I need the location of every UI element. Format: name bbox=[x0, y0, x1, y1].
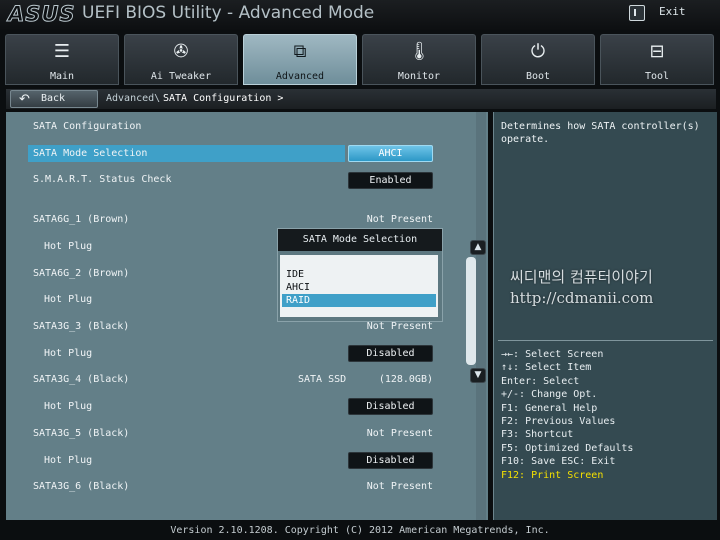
key-hint: +/-: Change Opt. bbox=[501, 389, 598, 401]
hot-plug-label: Hot Plug bbox=[44, 241, 93, 252]
key-hint: F1: General Help bbox=[501, 402, 598, 414]
popup-option-ide[interactable]: IDE bbox=[282, 268, 436, 281]
watermark-title: 씨디맨의 컴퓨터이야기 bbox=[510, 268, 653, 286]
key-hint: ↑↓: Select Item bbox=[501, 362, 592, 374]
tab-label: Main bbox=[49, 71, 75, 82]
port-status: Not Present bbox=[366, 481, 433, 492]
power-icon: ⏻ bbox=[530, 41, 546, 62]
key-hint: F2: Previous Values bbox=[501, 416, 616, 428]
help-panel: Determines how SATA controller(s) operat… bbox=[493, 112, 717, 520]
tab-advanced[interactable]: ⧉ Advanced bbox=[243, 34, 357, 85]
port-status: Not Present bbox=[366, 428, 433, 439]
tab-label: Boot bbox=[525, 71, 551, 82]
key-hint: F10: Save ESC: Exit bbox=[501, 456, 616, 468]
port-label: SATA3G_6 (Black) bbox=[33, 481, 130, 492]
key-hint-print-screen: F12: Print Screen bbox=[501, 469, 604, 481]
port-status: Not Present bbox=[366, 321, 433, 332]
toolbox-icon: ⊟ bbox=[649, 41, 665, 62]
smart-label: S.M.A.R.T. Status Check bbox=[33, 174, 172, 185]
port-device: SATA SSD bbox=[298, 374, 347, 385]
tab-monitor[interactable]: 🌡 Monitor bbox=[362, 34, 476, 85]
scroll-track[interactable] bbox=[476, 112, 486, 520]
popup-title: SATA Mode Selection bbox=[278, 229, 442, 251]
app-title: UEFI BIOS Utility - Advanced Mode bbox=[82, 3, 375, 23]
smart-value[interactable]: Enabled bbox=[348, 172, 433, 189]
hot-plug-value[interactable]: Disabled bbox=[348, 452, 433, 469]
back-button[interactable]: ↶ Back bbox=[10, 90, 98, 108]
main-tabs: ☰ Main ✇ Ai Tweaker ⧉ Advanced 🌡 Monitor… bbox=[0, 34, 720, 86]
asus-logo: ASUS bbox=[8, 2, 76, 27]
tab-label: Tool bbox=[644, 71, 670, 82]
help-divider bbox=[498, 340, 713, 341]
exit-button[interactable]: Exit bbox=[627, 3, 697, 23]
sata-mode-popup: SATA Mode Selection IDE AHCI RAID bbox=[277, 228, 443, 322]
scroll-down-button[interactable]: ▼ bbox=[470, 368, 486, 383]
port-label: SATA3G_5 (Black) bbox=[33, 428, 130, 439]
popup-option-ahci[interactable]: AHCI bbox=[282, 281, 436, 294]
hot-plug-label: Hot Plug bbox=[44, 401, 93, 412]
title-bar: ASUS UEFI BIOS Utility - Advanced Mode E… bbox=[0, 0, 720, 30]
tab-label: Advanced bbox=[275, 71, 325, 82]
key-hint: Enter: Select bbox=[501, 375, 580, 387]
list-icon: ☰ bbox=[53, 41, 71, 62]
scrollbar-thumb[interactable] bbox=[466, 257, 476, 365]
watermark-url: http://cdmanii.com bbox=[510, 289, 654, 307]
tab-label: Monitor bbox=[397, 71, 441, 82]
hot-plug-value[interactable]: Disabled bbox=[348, 345, 433, 362]
copyright-text: Version 2.10.1208. Copyright (C) 2012 Am… bbox=[170, 525, 550, 536]
key-hint: F5: Optimized Defaults bbox=[501, 442, 634, 454]
section-title: SATA Configuration bbox=[33, 121, 142, 132]
key-hint: F3: Shortcut bbox=[501, 429, 574, 441]
tab-label: Ai Tweaker bbox=[150, 71, 212, 82]
footer: Version 2.10.1208. Copyright (C) 2012 Am… bbox=[0, 522, 720, 540]
hot-plug-label: Hot Plug bbox=[44, 455, 93, 466]
help-description: Determines how SATA controller(s) operat… bbox=[501, 121, 700, 145]
exit-icon bbox=[629, 5, 645, 21]
key-hint: →←: Select Screen bbox=[501, 349, 604, 360]
back-arrow-icon: ↶ bbox=[19, 92, 30, 107]
breadcrumb-parent[interactable]: Advanced\ bbox=[106, 93, 160, 104]
port-size: (128.0GB) bbox=[378, 374, 433, 385]
port-label: SATA6G_1 (Brown) bbox=[33, 214, 130, 225]
hot-plug-label: Hot Plug bbox=[44, 294, 93, 305]
hot-plug-value[interactable]: Disabled bbox=[348, 398, 433, 415]
port-label: SATA6G_2 (Brown) bbox=[33, 268, 130, 279]
breadcrumb: ↶ Back Advanced\ SATA Configuration > bbox=[6, 89, 716, 109]
advanced-icon: ⧉ bbox=[293, 41, 307, 62]
sata-mode-label: SATA Mode Selection bbox=[33, 148, 148, 159]
key-legend: →←: Select Screen ↑↓: Select Item Enter:… bbox=[501, 348, 716, 482]
scroll-up-button[interactable]: ▲ bbox=[470, 240, 486, 255]
tab-ai-tweaker[interactable]: ✇ Ai Tweaker bbox=[124, 34, 238, 85]
fan-icon: ✇ bbox=[173, 41, 189, 62]
port-label: SATA3G_3 (Black) bbox=[33, 321, 130, 332]
watermark: 씨디맨의 컴퓨터이야기 http://cdmanii.com bbox=[510, 266, 690, 307]
back-label: Back bbox=[41, 93, 66, 104]
sata-mode-value[interactable]: AHCI bbox=[348, 145, 433, 162]
port-label: SATA3G_4 (Black) bbox=[33, 374, 130, 385]
thermometer-icon: 🌡 bbox=[408, 41, 431, 62]
tab-boot[interactable]: ⏻ Boot bbox=[481, 34, 595, 85]
hot-plug-label: Hot Plug bbox=[44, 348, 93, 359]
tab-main[interactable]: ☰ Main bbox=[5, 34, 119, 85]
popup-options: IDE AHCI RAID bbox=[280, 255, 438, 317]
exit-label: Exit bbox=[659, 5, 686, 18]
tab-tool[interactable]: ⊟ Tool bbox=[600, 34, 714, 85]
popup-option-raid[interactable]: RAID bbox=[282, 294, 436, 307]
port-status: Not Present bbox=[366, 214, 433, 225]
breadcrumb-current: SATA Configuration > bbox=[163, 93, 284, 104]
